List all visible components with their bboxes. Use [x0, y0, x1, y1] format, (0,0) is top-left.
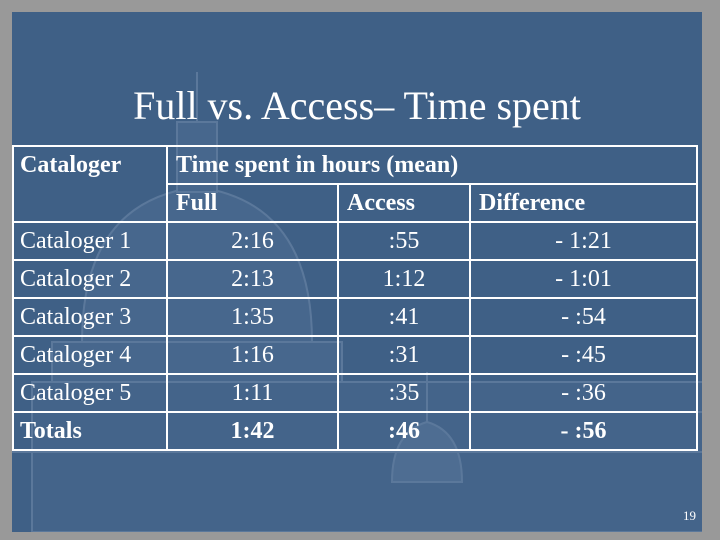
- slide-title: Full vs. Access– Time spent: [133, 83, 581, 128]
- cell-full: 1:16: [166, 335, 339, 375]
- cell-cataloger: Cataloger 5: [12, 373, 168, 413]
- cell-access: :35: [337, 373, 471, 413]
- cell-difference: - 1:21: [469, 221, 698, 261]
- cell-cataloger: Cataloger 3: [12, 297, 168, 337]
- header-access: Access: [337, 183, 471, 223]
- cell-access: :55: [337, 221, 471, 261]
- slide: Full vs. Access– Time spent Cataloger Ti…: [12, 12, 702, 532]
- cell-difference: - :36: [469, 373, 698, 413]
- table-subheader-row: Full Access Difference: [12, 183, 698, 223]
- time-spent-table: Cataloger Time spent in hours (mean) Ful…: [12, 145, 698, 451]
- cell-full: 1:11: [166, 373, 339, 413]
- table-row: Cataloger 5 1:11 :35 - :36: [12, 373, 698, 413]
- cell-difference: - :54: [469, 297, 698, 337]
- cell-cataloger: Cataloger 1: [12, 221, 168, 261]
- cell-totals-difference: - :56: [469, 411, 698, 451]
- table-totals-row: Totals 1:42 :46 - :56: [12, 411, 698, 451]
- cell-difference: - 1:01: [469, 259, 698, 299]
- header-cataloger: Cataloger: [12, 145, 168, 184]
- table-row: Cataloger 2 2:13 1:12 - 1:01: [12, 259, 698, 299]
- header-difference: Difference: [469, 183, 698, 223]
- cell-access: 1:12: [337, 259, 471, 299]
- cell-full: 2:16: [166, 221, 339, 261]
- cell-difference: - :45: [469, 335, 698, 375]
- table-row: Cataloger 4 1:16 :31 - :45: [12, 335, 698, 375]
- table-row: Cataloger 1 2:16 :55 - 1:21: [12, 221, 698, 261]
- table-row: Cataloger 3 1:35 :41 - :54: [12, 297, 698, 337]
- header-cataloger-spacer: [12, 184, 168, 223]
- cell-totals-label: Totals: [12, 411, 168, 451]
- cell-totals-full: 1:42: [166, 411, 339, 451]
- header-time-spent-group: Time spent in hours (mean): [166, 145, 698, 185]
- header-full: Full: [166, 183, 339, 223]
- cell-full: 2:13: [166, 259, 339, 299]
- cell-access: :31: [337, 335, 471, 375]
- cell-cataloger: Cataloger 2: [12, 259, 168, 299]
- cell-full: 1:35: [166, 297, 339, 337]
- cell-cataloger: Cataloger 4: [12, 335, 168, 375]
- table-header-row: Cataloger Time spent in hours (mean): [12, 145, 698, 185]
- cell-access: :41: [337, 297, 471, 337]
- cell-totals-access: :46: [337, 411, 471, 451]
- page-number: 19: [683, 508, 696, 523]
